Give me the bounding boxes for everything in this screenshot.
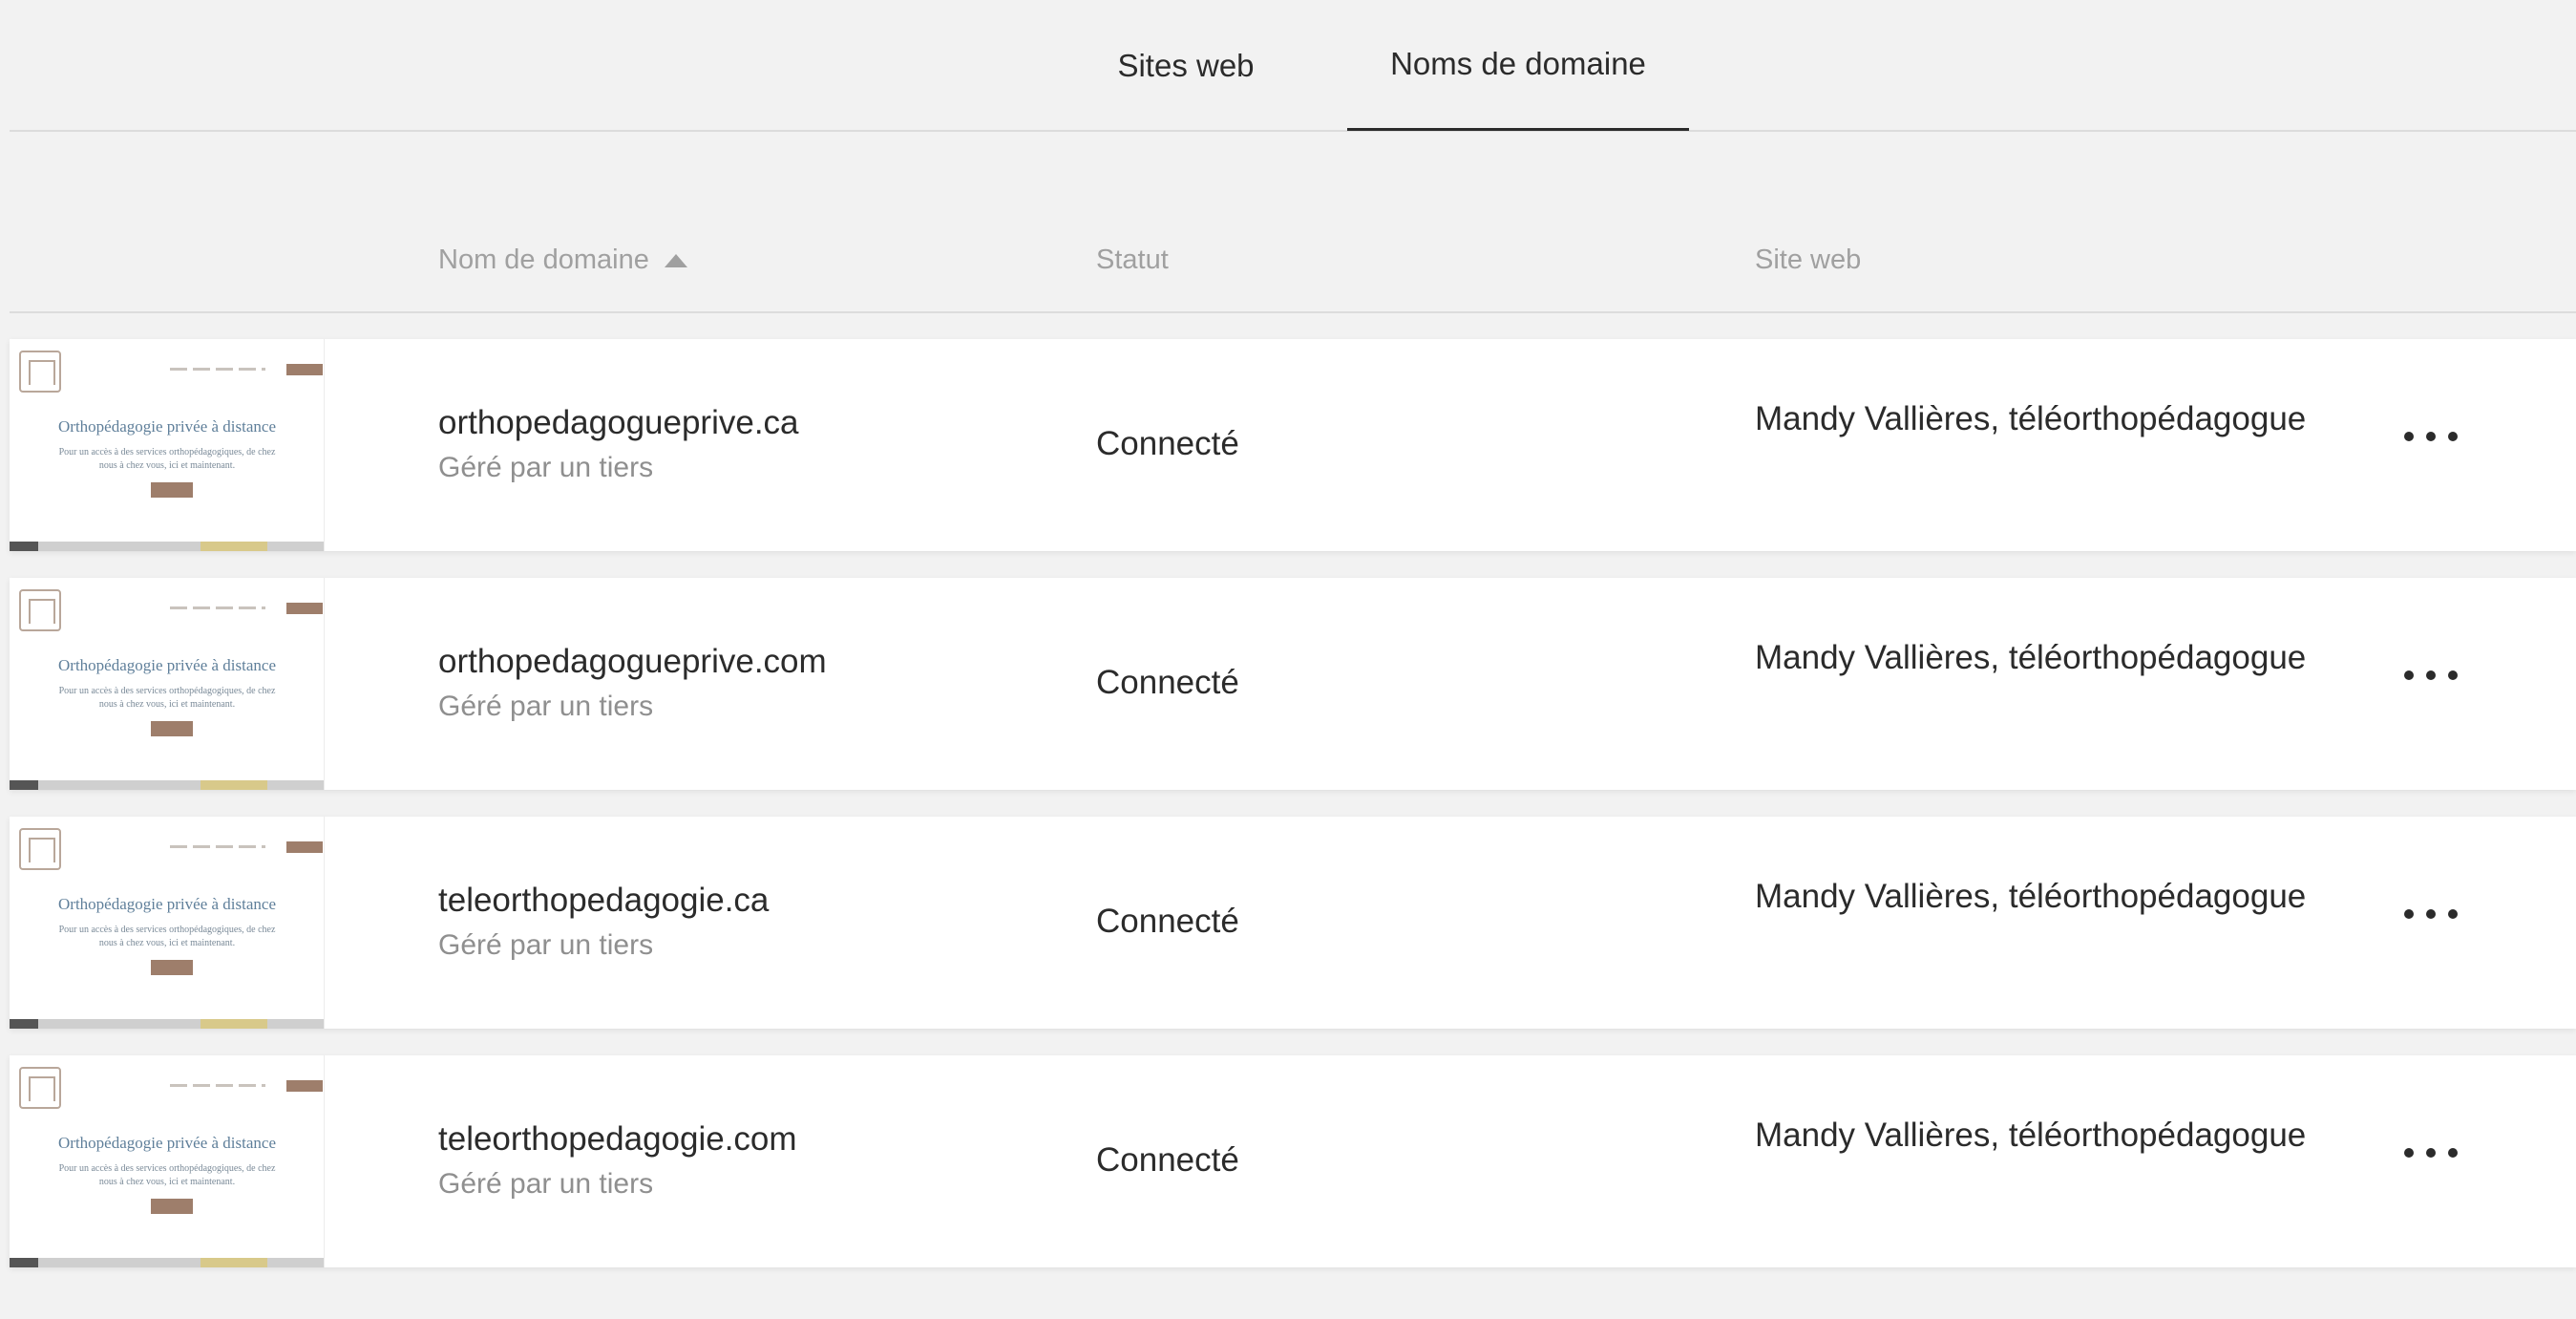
more-horizontal-icon	[2448, 909, 2458, 919]
thumbnail-subtitle: Pour un accès à des services orthopédago…	[58, 1163, 276, 1187]
thumbnail-title: Orthopédagogie privée à distance	[58, 417, 276, 436]
site-logo-icon	[19, 589, 61, 631]
thumbnail-button	[151, 482, 193, 498]
thumbnail-footer-strip	[10, 542, 324, 551]
thumbnail-title: Orthopédagogie privée à distance	[58, 1134, 276, 1152]
more-horizontal-icon	[2426, 670, 2436, 680]
thumbnail-footer-strip	[10, 1019, 324, 1029]
linked-website: Mandy Vallières, téléorthopédagogue	[1755, 400, 2307, 437]
more-horizontal-icon	[2448, 432, 2458, 441]
thumbnail-nav	[170, 845, 265, 848]
domain-status: Connecté	[1096, 1141, 1239, 1179]
column-header-domain[interactable]: Nom de domaine	[438, 245, 687, 276]
linked-website: Mandy Vallières, téléorthopédagogue	[1755, 1117, 2307, 1154]
more-horizontal-icon	[2426, 1148, 2436, 1158]
more-horizontal-icon	[2448, 670, 2458, 680]
tab-websites[interactable]: Sites web	[1092, 0, 1279, 132]
table-row[interactable]: Orthopédagogie privée à distance Pour un…	[10, 1055, 2576, 1267]
tab-bar: Sites web Noms de domaine	[10, 0, 2576, 132]
domain-status: Connecté	[1096, 664, 1239, 701]
domain-name: teleorthopedagogie.com	[438, 1120, 797, 1158]
thumbnail-nav-button	[286, 603, 323, 614]
more-horizontal-icon	[2448, 1148, 2458, 1158]
domain-management: Géré par un tiers	[438, 1168, 654, 1200]
domain-management: Géré par un tiers	[438, 929, 654, 961]
linked-website: Mandy Vallières, téléorthopédagogue	[1755, 878, 2307, 915]
domain-name: teleorthopedagogie.ca	[438, 882, 770, 919]
domain-management: Géré par un tiers	[438, 691, 654, 722]
thumbnail-nav	[170, 368, 265, 371]
thumbnail-nav-button	[286, 1080, 323, 1092]
site-logo-icon	[19, 1067, 61, 1109]
site-thumbnail: Orthopédagogie privée à distance Pour un…	[10, 1055, 325, 1267]
domain-management: Géré par un tiers	[438, 452, 654, 483]
thumbnail-nav	[170, 606, 265, 609]
thumbnail-title: Orthopédagogie privée à distance	[58, 895, 276, 913]
domain-status: Connecté	[1096, 903, 1239, 940]
table-row[interactable]: Orthopédagogie privée à distance Pour un…	[10, 339, 2576, 551]
table-header: Nom de domaine Statut Site web	[10, 222, 2576, 313]
thumbnail-footer-strip	[10, 780, 324, 790]
column-header-status: Statut	[1096, 245, 1169, 275]
thumbnail-nav-button	[286, 841, 323, 853]
more-horizontal-icon	[2426, 909, 2436, 919]
linked-website: Mandy Vallières, téléorthopédagogue	[1755, 639, 2307, 676]
sort-ascending-icon	[664, 253, 687, 267]
more-options-button[interactable]	[2404, 417, 2458, 456]
more-horizontal-icon	[2404, 909, 2414, 919]
site-logo-icon	[19, 351, 61, 393]
more-options-button[interactable]	[2404, 895, 2458, 933]
site-logo-icon	[19, 828, 61, 870]
domain-status: Connecté	[1096, 425, 1239, 462]
table-row[interactable]: Orthopédagogie privée à distance Pour un…	[10, 578, 2576, 790]
more-horizontal-icon	[2404, 670, 2414, 680]
thumbnail-subtitle: Pour un accès à des services orthopédago…	[58, 447, 276, 471]
thumbnail-nav	[170, 1084, 265, 1087]
domains-page: Sites web Noms de domaine Nom de domaine…	[0, 0, 2576, 1319]
thumbnail-subtitle: Pour un accès à des services orthopédago…	[58, 686, 276, 710]
column-header-website: Site web	[1755, 245, 1862, 275]
thumbnail-nav-button	[286, 364, 323, 375]
domain-name: orthopedagogueprive.ca	[438, 404, 799, 441]
thumbnail-title: Orthopédagogie privée à distance	[58, 656, 276, 674]
site-thumbnail: Orthopédagogie privée à distance Pour un…	[10, 817, 325, 1029]
more-options-button[interactable]	[2404, 1134, 2458, 1172]
thumbnail-footer-strip	[10, 1258, 324, 1267]
thumbnail-subtitle: Pour un accès à des services orthopédago…	[58, 925, 276, 948]
column-header-domain-label: Nom de domaine	[438, 245, 649, 275]
tab-domain-names[interactable]: Noms de domaine	[1347, 0, 1689, 131]
more-horizontal-icon	[2404, 1148, 2414, 1158]
table-row[interactable]: Orthopédagogie privée à distance Pour un…	[10, 817, 2576, 1029]
site-thumbnail: Orthopédagogie privée à distance Pour un…	[10, 339, 325, 551]
thumbnail-button	[151, 1199, 193, 1214]
site-thumbnail: Orthopédagogie privée à distance Pour un…	[10, 578, 325, 790]
more-horizontal-icon	[2426, 432, 2436, 441]
thumbnail-button	[151, 721, 193, 736]
more-options-button[interactable]	[2404, 656, 2458, 694]
domain-name: orthopedagogueprive.com	[438, 643, 827, 680]
thumbnail-button	[151, 960, 193, 975]
more-horizontal-icon	[2404, 432, 2414, 441]
